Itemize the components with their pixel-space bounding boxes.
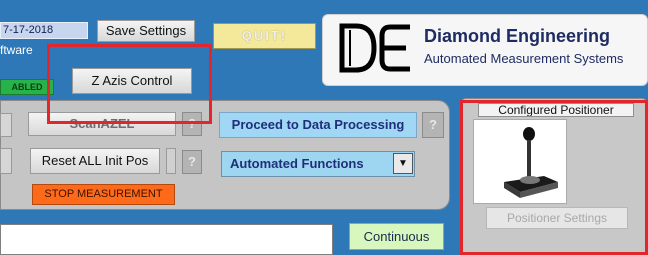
- stop-measurement-button[interactable]: STOP MEASUREMENT: [32, 184, 175, 205]
- highlight-box: [460, 100, 648, 255]
- automated-functions-label: Automated Functions: [230, 156, 364, 171]
- left-edge-button-1[interactable]: [0, 113, 12, 137]
- left-edge-button-2[interactable]: [0, 148, 12, 174]
- chevron-down-icon[interactable]: ▼: [393, 153, 413, 174]
- help-button[interactable]: ?: [422, 112, 444, 138]
- continuous-mode-button[interactable]: Continuous: [349, 223, 444, 250]
- automated-functions-select[interactable]: Automated Functions: [221, 151, 415, 177]
- enabled-status-badge: ABLED: [0, 79, 54, 95]
- highlight-box: [47, 44, 212, 124]
- save-settings-button[interactable]: Save Settings: [97, 20, 195, 42]
- app-window: 7-17-2018 ftware ABLED Save Settings QUI…: [0, 0, 648, 255]
- reset-all-init-pos-button[interactable]: Reset ALL Init Pos: [30, 148, 160, 174]
- company-name: Diamond Engineering: [424, 26, 611, 46]
- company-tagline: Automated Measurement Systems: [424, 51, 624, 66]
- status-text-field[interactable]: [0, 224, 333, 255]
- proceed-to-data-processing-button[interactable]: Proceed to Data Processing: [219, 112, 417, 138]
- diamond-engineering-logo-icon: [339, 23, 410, 73]
- version-date: 7-17-2018: [0, 22, 88, 39]
- quit-button[interactable]: QUIT!: [213, 23, 316, 49]
- help-button[interactable]: ?: [182, 150, 202, 174]
- reset-side-button[interactable]: [166, 148, 176, 174]
